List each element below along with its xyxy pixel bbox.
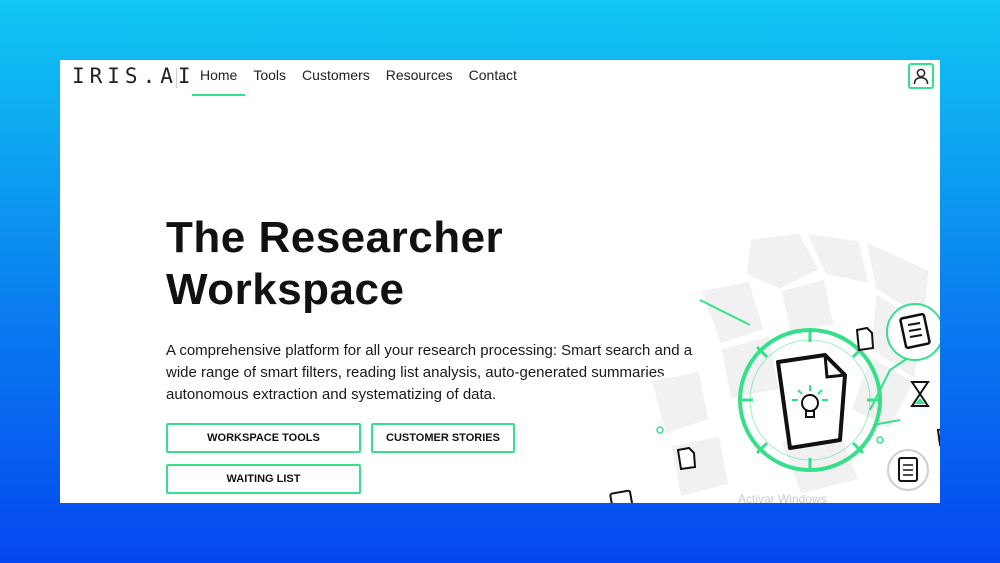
- nav-links: Home Tools Customers Resources Contact: [192, 60, 525, 96]
- nav-resources[interactable]: Resources: [378, 60, 461, 94]
- document-summary-icon: [887, 449, 929, 491]
- idea-document-icon: [776, 353, 847, 450]
- nav-divider: [176, 68, 177, 88]
- top-nav: IRIS.AI Home Tools Customers Resources C…: [60, 60, 940, 96]
- activation-watermark: Activar Windows: [738, 492, 827, 503]
- customer-stories-button[interactable]: CUSTOMER STORIES: [371, 423, 515, 453]
- nav-home[interactable]: Home: [192, 60, 246, 96]
- text-document-icon: [609, 489, 635, 503]
- browser-window: IRIS.AI Home Tools Customers Resources C…: [60, 60, 940, 503]
- file-icon: [855, 326, 875, 352]
- nav-contact[interactable]: Contact: [461, 60, 525, 94]
- waiting-list-button[interactable]: WAITING LIST: [166, 464, 361, 494]
- hourglass-icon: [910, 381, 930, 407]
- account-button[interactable]: [908, 63, 934, 89]
- user-icon: [913, 68, 929, 85]
- nav-customers[interactable]: Customers: [294, 60, 378, 94]
- document-list-icon: [886, 303, 940, 361]
- nav-tools[interactable]: Tools: [245, 60, 294, 94]
- file-icon: [676, 446, 697, 471]
- file-icon: [936, 428, 940, 447]
- workspace-tools-button[interactable]: WORKSPACE TOOLS: [166, 423, 361, 453]
- research-illustration: [609, 230, 940, 503]
